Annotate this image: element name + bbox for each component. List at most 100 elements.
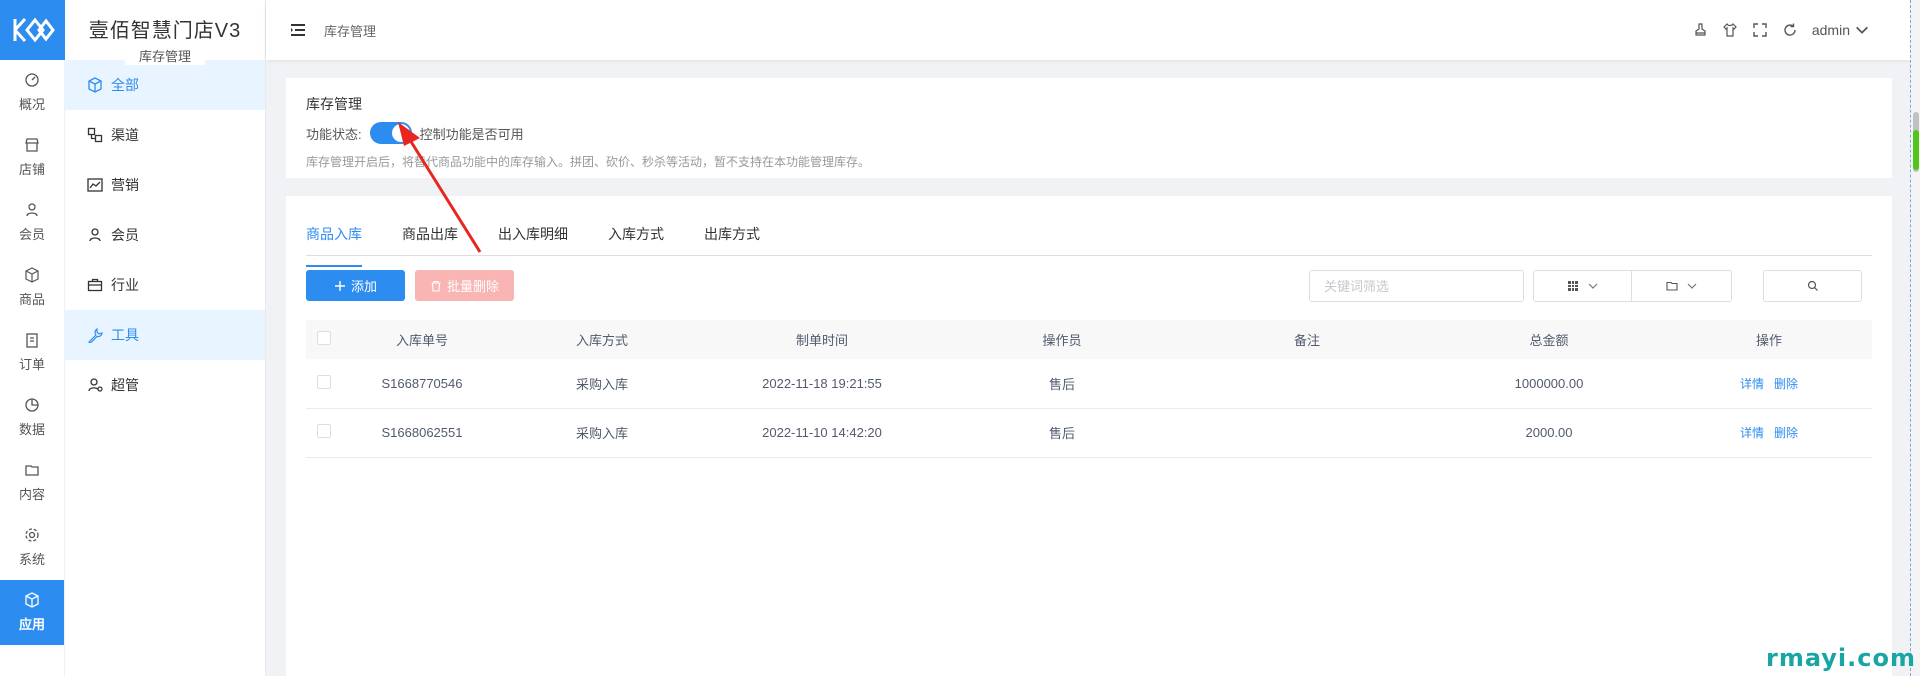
- row-select-cell[interactable]: [306, 359, 342, 408]
- cube-icon: [25, 592, 39, 608]
- status-row: 功能状态: 控制功能是否可用: [306, 122, 1872, 144]
- user-name: admin: [1811, 22, 1850, 38]
- rail-item-member[interactable]: 会员: [0, 190, 64, 255]
- inventory-card: 商品入库 商品出库 出入库明细 入库方式 出库方式 添加 批量删除 关键词筛选 …: [286, 196, 1892, 676]
- clean-icon[interactable]: [1692, 22, 1708, 38]
- folder-icon: [1665, 281, 1678, 291]
- row-checkbox[interactable]: [317, 424, 331, 438]
- toggle-knob: [391, 124, 410, 142]
- sub-item-label: 超管: [111, 377, 139, 393]
- dashboard-icon: [25, 73, 39, 87]
- tab-stock-in[interactable]: 商品入库: [306, 224, 382, 267]
- module-name: 库存管理: [124, 46, 205, 65]
- column-header: 备注: [1293, 333, 1320, 348]
- cell-time: 2022-11-18 19:21:55: [762, 375, 882, 391]
- feature-toggle[interactable]: [369, 122, 412, 144]
- admin-user-icon: [88, 378, 103, 392]
- cell-operator: 售后: [1048, 426, 1075, 441]
- row-select-cell[interactable]: [306, 408, 342, 457]
- cell-time: 2022-11-10 14:42:20: [762, 425, 882, 440]
- select-all-cell[interactable]: [306, 320, 342, 359]
- column-header: 操作员: [1042, 333, 1082, 348]
- sub-item-super-admin[interactable]: 超管: [65, 360, 265, 410]
- rail-item-overview[interactable]: 概况: [0, 60, 64, 125]
- detail-link[interactable]: 详情: [1740, 377, 1764, 391]
- sub-item-label: 会员: [111, 227, 139, 243]
- sub-item-label: 渠道: [111, 127, 139, 143]
- cell-note: [1182, 359, 1432, 408]
- user-menu[interactable]: admin: [1812, 22, 1870, 38]
- sub-item-label: 行业: [111, 277, 139, 293]
- shop-icon: [25, 138, 39, 152]
- plus-icon: [334, 280, 345, 291]
- chevron-down-icon: [1856, 26, 1868, 34]
- sub-item-label: 全部: [111, 77, 139, 93]
- row-checkbox[interactable]: [317, 374, 331, 389]
- channel-icon: [87, 127, 103, 143]
- user-icon: [89, 228, 101, 242]
- trash-icon: [431, 280, 441, 292]
- rail-item-goods[interactable]: 商品: [0, 255, 64, 320]
- box-icon: [25, 267, 39, 283]
- column-header: 入库单号: [395, 333, 448, 348]
- tab-out-methods[interactable]: 出库方式: [684, 224, 780, 255]
- delete-link[interactable]: 删除: [1774, 426, 1798, 440]
- batch-delete-button[interactable]: 批量删除: [415, 270, 514, 301]
- select-all-checkbox[interactable]: [317, 331, 331, 345]
- rail-item-label: 数据: [18, 422, 45, 437]
- sub-item-member[interactable]: 会员: [65, 210, 265, 260]
- sub-item-channel[interactable]: 渠道: [65, 110, 265, 160]
- tab-in-methods[interactable]: 入库方式: [588, 224, 684, 255]
- view-filter-dropdown[interactable]: [1533, 270, 1632, 302]
- grid-icon: [1567, 281, 1578, 291]
- chevron-down-icon: [1588, 283, 1597, 289]
- rail-item-label: 会员: [18, 227, 45, 242]
- page-scrollbar[interactable]: [1910, 0, 1920, 676]
- sub-item-tools[interactable]: 工具: [65, 310, 265, 360]
- breadcrumb[interactable]: 库存管理: [324, 21, 376, 40]
- skin-icon[interactable]: [1722, 22, 1738, 38]
- fullscreen-icon[interactable]: [1752, 22, 1768, 38]
- watermark: rmayi.com: [1765, 644, 1916, 672]
- settings-hint: 库存管理开启后，将替代商品功能中的库存输入。拼团、砍价、秒杀等活动，暂不支持在本…: [306, 155, 871, 169]
- chart-line-icon: [87, 178, 103, 192]
- detail-link[interactable]: 详情: [1740, 426, 1764, 440]
- sub-item-label: 营销: [111, 177, 139, 193]
- tab-stock-out[interactable]: 商品出库: [382, 224, 478, 255]
- table-row: S1668062551 采购入库 2022-11-10 14:42:20 售后 …: [306, 408, 1872, 457]
- menu-toggle-icon[interactable]: [288, 20, 308, 40]
- rail-item-label: 内容: [18, 487, 45, 502]
- rail-item-apps[interactable]: 应用: [0, 580, 64, 645]
- sub-item-all[interactable]: 全部: [65, 60, 265, 110]
- app-name: 壹佰智慧门店V3: [88, 20, 242, 42]
- status-label: 功能状态:: [306, 126, 362, 142]
- add-button[interactable]: 添加: [306, 270, 405, 301]
- rail-item-content[interactable]: 内容: [0, 450, 64, 515]
- keyword-search-input[interactable]: [1309, 270, 1524, 302]
- rail-item-shop[interactable]: 店铺: [0, 125, 64, 190]
- sub-item-industry[interactable]: 行业: [65, 260, 265, 310]
- refresh-icon[interactable]: [1782, 22, 1798, 38]
- column-header: 总金额: [1529, 333, 1569, 348]
- delete-link[interactable]: 删除: [1774, 377, 1798, 391]
- sub-item-marketing[interactable]: 营销: [65, 160, 265, 210]
- folder-icon: [25, 465, 39, 476]
- rail-item-label: 概况: [18, 97, 45, 112]
- brand: 壹佰智慧门店V3 库存管理: [65, 0, 265, 65]
- cell-note: [1182, 408, 1432, 457]
- cell-order-no: S1668062551: [381, 425, 463, 440]
- rail-item-system[interactable]: 系统: [0, 515, 64, 580]
- logo[interactable]: [0, 0, 65, 60]
- folder-filter-dropdown[interactable]: [1632, 270, 1732, 302]
- scroll-indicator: [1913, 130, 1919, 170]
- table-header-row: 入库单号 入库方式 制单时间 操作员 备注 总金额 操作: [306, 320, 1872, 359]
- wrench-icon: [88, 327, 103, 343]
- search-button[interactable]: [1763, 270, 1862, 302]
- rail-item-order[interactable]: 订单: [0, 320, 64, 385]
- tab-stock-detail[interactable]: 出入库明细: [478, 224, 588, 255]
- cell-order-no: S1668770546: [381, 375, 463, 391]
- logo-icon: [13, 17, 55, 43]
- rail-item-data[interactable]: 数据: [0, 385, 64, 450]
- settings-card: 库存管理 功能状态: 控制功能是否可用 库存管理开启后，将替代商品功能中的库存输…: [286, 78, 1892, 178]
- rail-item-label: 应用: [18, 617, 45, 632]
